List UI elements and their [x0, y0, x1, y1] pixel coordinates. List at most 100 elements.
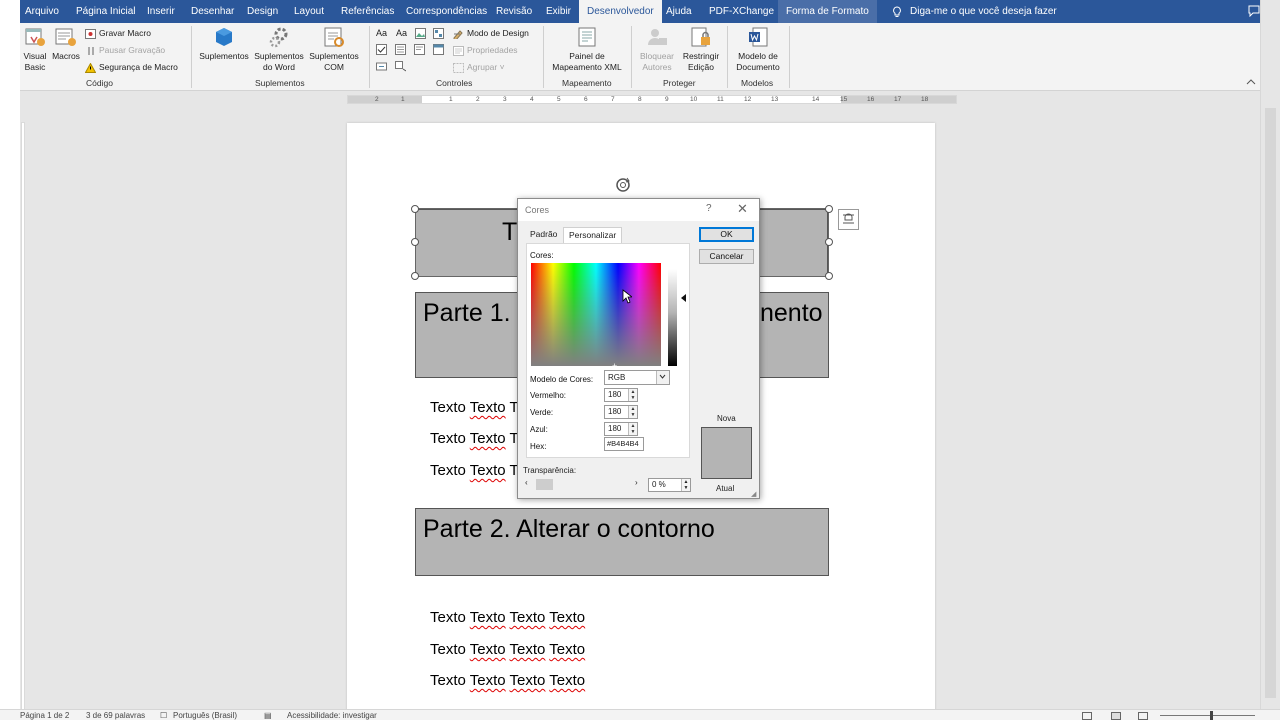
combo-box-icon[interactable]	[395, 44, 406, 55]
building-block-icon[interactable]	[433, 28, 444, 39]
picture-control-icon[interactable]	[415, 28, 426, 39]
tab-desenhar[interactable]: Desenhar	[189, 0, 236, 23]
tab-exibir[interactable]: Exibir	[544, 0, 573, 23]
document-template-button[interactable]: Modelo de Documento	[732, 25, 784, 73]
tab-layout[interactable]: Layout	[292, 0, 326, 23]
rotate-handle-icon[interactable]	[614, 176, 632, 194]
tab-forma-de-formato[interactable]: Forma de Formato	[778, 0, 877, 23]
spinner-arrows-icon[interactable]: ▲ ▼	[628, 406, 637, 418]
tab-padrao[interactable]: Padrão	[525, 227, 562, 243]
collapse-ribbon-icon[interactable]	[1246, 78, 1256, 85]
tab-correspondencias[interactable]: Correspondências	[404, 0, 489, 23]
legacy-tools-icon[interactable]	[395, 61, 406, 72]
color-model-label: Modelo de Cores:	[530, 375, 594, 384]
resize-handle[interactable]	[825, 238, 833, 246]
proofing-icon[interactable]: ☐	[160, 711, 167, 720]
plain-text-control[interactable]: Aa	[396, 26, 407, 40]
resize-handle[interactable]	[411, 238, 419, 246]
block-authors-button[interactable]: Bloquear Autores	[636, 25, 678, 73]
properties-label: Propriedades	[467, 45, 518, 55]
add-ins-button[interactable]: Suplementos	[198, 25, 250, 62]
web-layout-icon[interactable]	[1138, 712, 1148, 720]
group-label-controles: Controles	[436, 78, 473, 88]
checkbox-control-icon[interactable]	[376, 44, 387, 55]
comments-icon[interactable]	[1248, 5, 1260, 17]
macro-recording-icon[interactable]: ▤	[264, 711, 272, 720]
repeating-section-icon[interactable]	[376, 61, 387, 72]
xml-mapping-label-1: Painel de	[569, 51, 605, 61]
hex-input[interactable]: #B4B4B4	[604, 437, 644, 451]
horizontal-ruler[interactable]: 2 1 1 2 3 4 5 6 7 8 9 10 11 12 13 14 15 …	[20, 91, 1260, 107]
zoom-slider-thumb[interactable]	[1210, 711, 1213, 720]
tab-referencias[interactable]: Referências	[339, 0, 396, 23]
macros-button[interactable]: Macros	[51, 25, 81, 62]
red-label: Vermelho:	[530, 391, 567, 400]
luminance-arrow-icon[interactable]	[681, 294, 686, 302]
word-add-ins-button[interactable]: Suplementos do Word	[253, 25, 305, 73]
spinner-arrows-icon[interactable]: ▲ ▼	[681, 479, 690, 491]
tab-pagina-inicial[interactable]: Página Inicial	[74, 0, 137, 23]
spinner-arrows-icon[interactable]: ▲ ▼	[628, 389, 637, 401]
design-mode-button[interactable]: Modo de Design	[453, 26, 529, 41]
date-picker-icon[interactable]	[433, 44, 444, 55]
cancel-button[interactable]: Cancelar	[699, 249, 754, 264]
group-button[interactable]: Agrupar ˅	[453, 60, 505, 74]
transparency-input[interactable]: 0 % ▲ ▼	[648, 478, 691, 492]
rich-text-control[interactable]: Aa	[376, 26, 387, 40]
resize-handle[interactable]	[825, 272, 833, 280]
dialog-title-bar[interactable]: Cores ? ✕	[518, 199, 759, 221]
chevron-right-icon[interactable]: ›	[635, 478, 638, 487]
zoom-slider[interactable]	[1160, 715, 1255, 716]
tab-desenvolvedor[interactable]: Desenvolvedor	[579, 0, 662, 23]
macro-security-button[interactable]: Segurança de Macro	[84, 60, 178, 74]
transparency-slider-thumb[interactable]	[536, 479, 553, 490]
read-mode-icon[interactable]	[1082, 712, 1092, 720]
tab-revisao[interactable]: Revisão	[494, 0, 534, 23]
close-icon[interactable]: ✕	[737, 201, 748, 217]
record-macro-button[interactable]: Gravar Macro	[85, 26, 151, 40]
tab-arquivo[interactable]: Arquivo	[23, 0, 61, 23]
resize-grip-icon[interactable]: ◢	[751, 490, 756, 498]
xml-mapping-pane-button[interactable]: Painel de Mapeamento XML	[548, 25, 626, 73]
body-line: Texto Texto T	[430, 462, 519, 479]
resize-handle[interactable]	[411, 205, 419, 213]
page-count[interactable]: Página 1 de 2	[20, 711, 69, 720]
transparency-slider[interactable]: ‹ ›	[523, 478, 641, 491]
tab-personalizar[interactable]: Personalizar	[563, 227, 623, 244]
scrollbar-thumb[interactable]	[1265, 108, 1276, 698]
tab-design[interactable]: Design	[245, 0, 280, 23]
visual-basic-button[interactable]: Visual Basic	[22, 25, 48, 73]
visual-basic-icon	[25, 28, 45, 46]
word-count[interactable]: 3 de 69 palavras	[86, 711, 145, 720]
tab-ajuda[interactable]: Ajuda	[664, 0, 694, 23]
green-input[interactable]: 180 ▲ ▼	[604, 405, 638, 419]
pause-recording-button[interactable]: Pausar Gravação	[85, 43, 165, 57]
vertical-scrollbar[interactable]	[1260, 0, 1280, 720]
tab-pdf-xchange[interactable]: PDF-XChange	[707, 0, 776, 23]
properties-button[interactable]: Propriedades	[453, 43, 518, 57]
resize-handle[interactable]	[411, 272, 419, 280]
chevron-down-icon[interactable]	[656, 371, 669, 384]
color-model-select[interactable]: RGB	[604, 370, 670, 385]
colors-dialog: Cores ? ✕ Padrão Personalizar Cores: + M…	[517, 198, 760, 499]
com-add-ins-button[interactable]: Suplementos COM	[308, 25, 360, 73]
status-bar: Página 1 de 2 3 de 69 palavras ☐ Portugu…	[0, 709, 1280, 720]
part2-shape[interactable]: Parte 2. Alterar o contorno	[415, 508, 829, 576]
language[interactable]: Português (Brasil)	[173, 711, 237, 720]
color-spectrum[interactable]	[531, 263, 661, 366]
dropdown-list-icon[interactable]	[414, 44, 425, 55]
red-input[interactable]: 180 ▲ ▼	[604, 388, 638, 402]
help-icon[interactable]: ?	[706, 203, 712, 214]
word: Texto	[430, 462, 466, 479]
layout-options-button[interactable]	[838, 209, 859, 230]
chevron-left-icon[interactable]: ‹	[525, 478, 528, 487]
accessibility-status[interactable]: Acessibilidade: investigar	[287, 711, 377, 720]
spinner-arrows-icon[interactable]: ▲ ▼	[628, 423, 637, 435]
ok-button[interactable]: OK	[699, 227, 754, 242]
print-layout-icon[interactable]	[1111, 712, 1121, 720]
restrict-editing-button[interactable]: Restringir Edição	[680, 25, 722, 73]
luminance-slider[interactable]	[668, 269, 677, 366]
blue-input[interactable]: 180 ▲ ▼	[604, 422, 638, 436]
tab-inserir[interactable]: Inserir	[145, 0, 177, 23]
resize-handle[interactable]	[825, 205, 833, 213]
